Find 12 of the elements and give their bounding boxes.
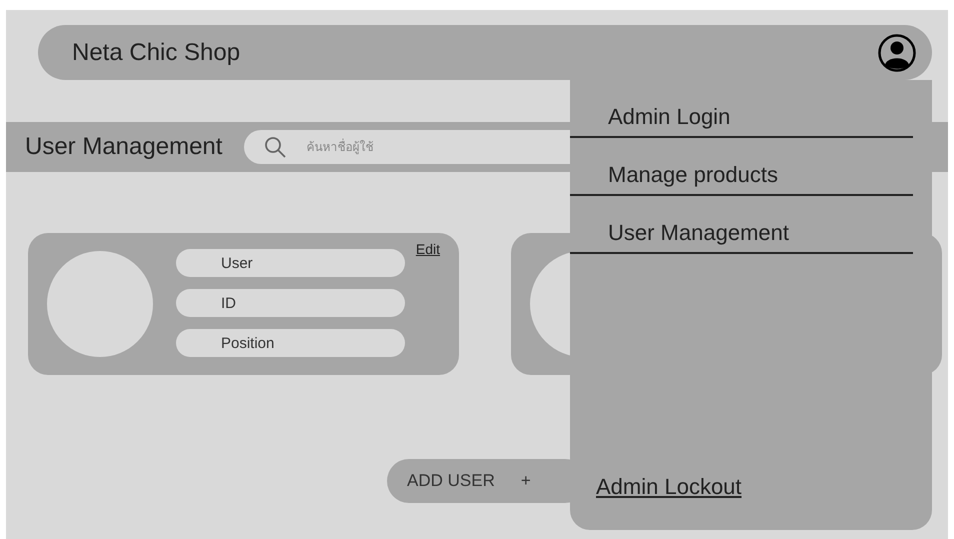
user-field: User [176, 249, 405, 277]
edit-link[interactable]: Edit [416, 241, 440, 257]
user-field: Position [176, 329, 405, 357]
user-field: ID [176, 289, 405, 317]
user-avatar-icon[interactable] [878, 34, 916, 72]
menu-item[interactable]: Manage products [570, 138, 913, 196]
search-icon [264, 136, 286, 158]
logout-link[interactable]: Admin Lockout [596, 474, 742, 500]
menu-item[interactable]: User Management [570, 196, 913, 254]
shop-title: Neta Chic Shop [72, 38, 240, 66]
menu-item[interactable]: Admin Login [570, 80, 913, 138]
page-title: User Management [25, 133, 222, 161]
